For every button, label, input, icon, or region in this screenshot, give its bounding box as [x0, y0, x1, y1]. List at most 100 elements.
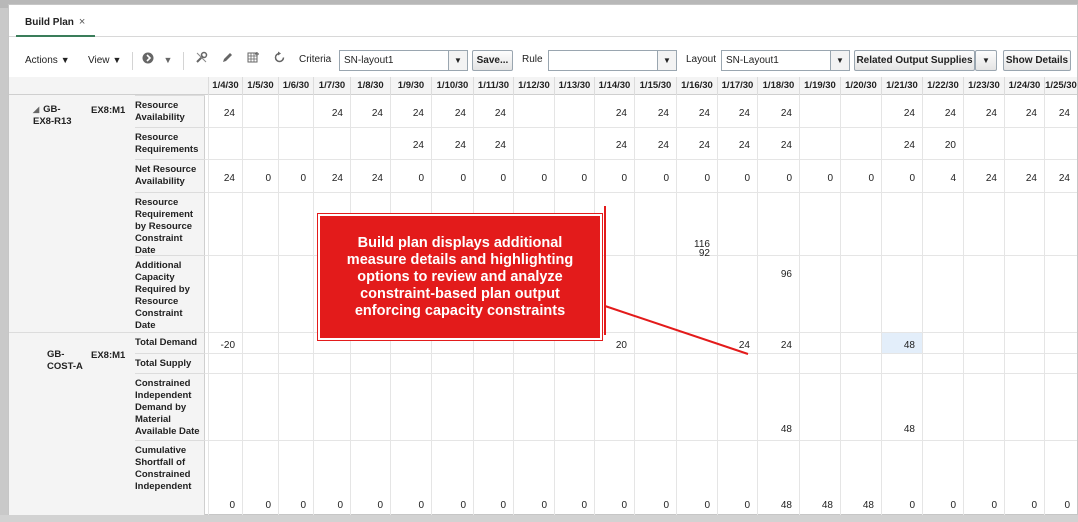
dropdown-arrow-icon[interactable]: ▼ [657, 51, 676, 70]
cell-value[interactable]: 0 [881, 173, 915, 184]
column-header-date[interactable]: 1/16/30 [676, 77, 717, 95]
cell-value[interactable]: 0 [676, 173, 710, 184]
cell-value[interactable]: 24 [717, 140, 750, 151]
rule-select[interactable]: ▼ [548, 50, 677, 71]
column-header-date[interactable]: 1/15/30 [634, 77, 676, 95]
cell-value[interactable]: 0 [431, 173, 466, 184]
expand-icon[interactable]: ◢ [33, 105, 39, 114]
cell-value[interactable]: 48 [799, 500, 833, 511]
column-header-date[interactable]: 1/14/30 [594, 77, 634, 95]
cell-value[interactable]: 24 [350, 108, 383, 119]
cell-value[interactable]: 0 [208, 500, 235, 511]
cell-value[interactable]: 24 [922, 108, 956, 119]
cell-value[interactable]: 24 [594, 140, 627, 151]
cell-value[interactable]: 24 [963, 108, 997, 119]
cell-value[interactable]: 24 [208, 108, 235, 119]
column-header-date[interactable]: 1/7/30 [313, 77, 350, 95]
cell-value[interactable]: 24 [473, 140, 506, 151]
item-gb-ex8-r13[interactable]: ◢ GB-EX8-R13 [33, 104, 73, 128]
cell-value[interactable]: 0 [634, 173, 669, 184]
related-output-supplies-button[interactable]: Related Output Supplies [854, 50, 975, 71]
cell-value[interactable]: -20 [208, 340, 235, 351]
column-header-date[interactable]: 1/21/30 [881, 77, 922, 95]
cell-value[interactable]: 0 [1044, 500, 1070, 511]
cell-value[interactable]: 24 [1004, 108, 1037, 119]
layout-select[interactable]: SN-Layout1 ▼ [721, 50, 850, 71]
column-header-date[interactable]: 1/22/30 [922, 77, 963, 95]
cell-value[interactable]: 0 [799, 173, 833, 184]
column-header-date[interactable]: 1/13/30 [554, 77, 594, 95]
view-menu[interactable]: View ▼ [88, 47, 121, 73]
column-header-date[interactable]: 1/25/30 [1044, 77, 1077, 95]
cell-value[interactable]: 24 [431, 108, 466, 119]
cell-value[interactable]: 0 [1004, 500, 1037, 511]
cell-value[interactable]: 48 [757, 500, 792, 511]
tab-build-plan[interactable]: Build Plan × [16, 10, 96, 37]
column-header-date[interactable]: 1/18/30 [757, 77, 799, 95]
cell-value[interactable]: 24 [208, 173, 235, 184]
cell-value[interactable]: 24 [594, 108, 627, 119]
column-header-date[interactable]: 1/10/30 [431, 77, 473, 95]
dropdown-arrow-icon[interactable]: ▼ [830, 51, 849, 70]
cell-value[interactable]: 0 [676, 500, 710, 511]
item-gb-cost-a[interactable]: GB-COST-A [47, 349, 87, 373]
add-circle-icon[interactable] [139, 51, 157, 69]
cell-value[interactable]: 0 [757, 173, 792, 184]
cell-value[interactable]: 0 [717, 500, 750, 511]
cell-value[interactable]: 24 [1044, 173, 1070, 184]
tools-icon[interactable] [192, 51, 210, 69]
cell-value[interactable]: 0 [473, 500, 506, 511]
cell-value[interactable]: 0 [350, 500, 383, 511]
cell-value[interactable]: 0 [513, 173, 547, 184]
show-details-button[interactable]: Show Details [1003, 50, 1071, 71]
cell-value[interactable]: 24 [390, 140, 424, 151]
cell-value[interactable]: 0 [431, 500, 466, 511]
column-header-date[interactable]: 1/19/30 [799, 77, 840, 95]
column-header-date[interactable]: 1/20/30 [840, 77, 881, 95]
column-header-date[interactable]: 1/9/30 [390, 77, 431, 95]
cell-value[interactable]: 0 [594, 500, 627, 511]
cell-value[interactable]: 24 [634, 140, 669, 151]
column-header-date[interactable]: 1/8/30 [350, 77, 390, 95]
cell-value[interactable]: 0 [963, 500, 997, 511]
criteria-select[interactable]: SN-layout1 ▼ [339, 50, 468, 71]
cell-value[interactable]: 24 [676, 108, 710, 119]
cell-value[interactable]: 0 [554, 500, 587, 511]
cell-value[interactable]: 0 [881, 500, 915, 511]
cell-value[interactable]: 0 [313, 500, 343, 511]
cell-value[interactable]: 48 [757, 424, 792, 435]
column-header-date[interactable]: 1/4/30 [208, 77, 242, 95]
column-header-date[interactable]: 1/6/30 [278, 77, 313, 95]
grid-icon[interactable] [244, 51, 262, 69]
cell-value[interactable]: 24 [757, 108, 792, 119]
cell-value[interactable]: 48 [840, 500, 874, 511]
cell-value[interactable]: 24 [313, 108, 343, 119]
cell-value[interactable]: 0 [278, 173, 306, 184]
column-header-date[interactable]: 1/5/30 [242, 77, 278, 95]
column-header-date[interactable]: 1/11/30 [473, 77, 513, 95]
pencil-icon[interactable] [218, 51, 236, 69]
cell-value[interactable]: 0 [922, 500, 956, 511]
close-icon[interactable]: × [79, 16, 85, 28]
cell-value[interactable]: 24 [634, 108, 669, 119]
column-header-date[interactable]: 1/24/30 [1004, 77, 1044, 95]
cell-value[interactable]: 24 [717, 108, 750, 119]
cell-value[interactable]: 24 [1004, 173, 1037, 184]
cell-value[interactable]: 0 [242, 500, 271, 511]
column-header-date[interactable]: 1/23/30 [963, 77, 1004, 95]
cell-value[interactable]: 24 [881, 140, 915, 151]
cell-value[interactable]: 0 [840, 173, 874, 184]
dropdown-arrow-icon[interactable]: ▼ [448, 51, 467, 70]
cell-value[interactable]: 0 [717, 173, 750, 184]
cell-value[interactable]: 0 [278, 500, 306, 511]
cell-value[interactable]: 24 [676, 140, 710, 151]
save-button[interactable]: Save... [472, 50, 513, 71]
cell-value[interactable]: 0 [634, 500, 669, 511]
chevron-down-icon[interactable]: ▼ [159, 51, 177, 69]
cell-value[interactable]: 0 [554, 173, 587, 184]
cell-value[interactable]: 0 [513, 500, 547, 511]
refresh-icon[interactable] [270, 51, 288, 69]
cell-value[interactable]: 24 [390, 108, 424, 119]
cell-value[interactable]: 0 [390, 500, 424, 511]
cell-value[interactable]: 24 [963, 173, 997, 184]
